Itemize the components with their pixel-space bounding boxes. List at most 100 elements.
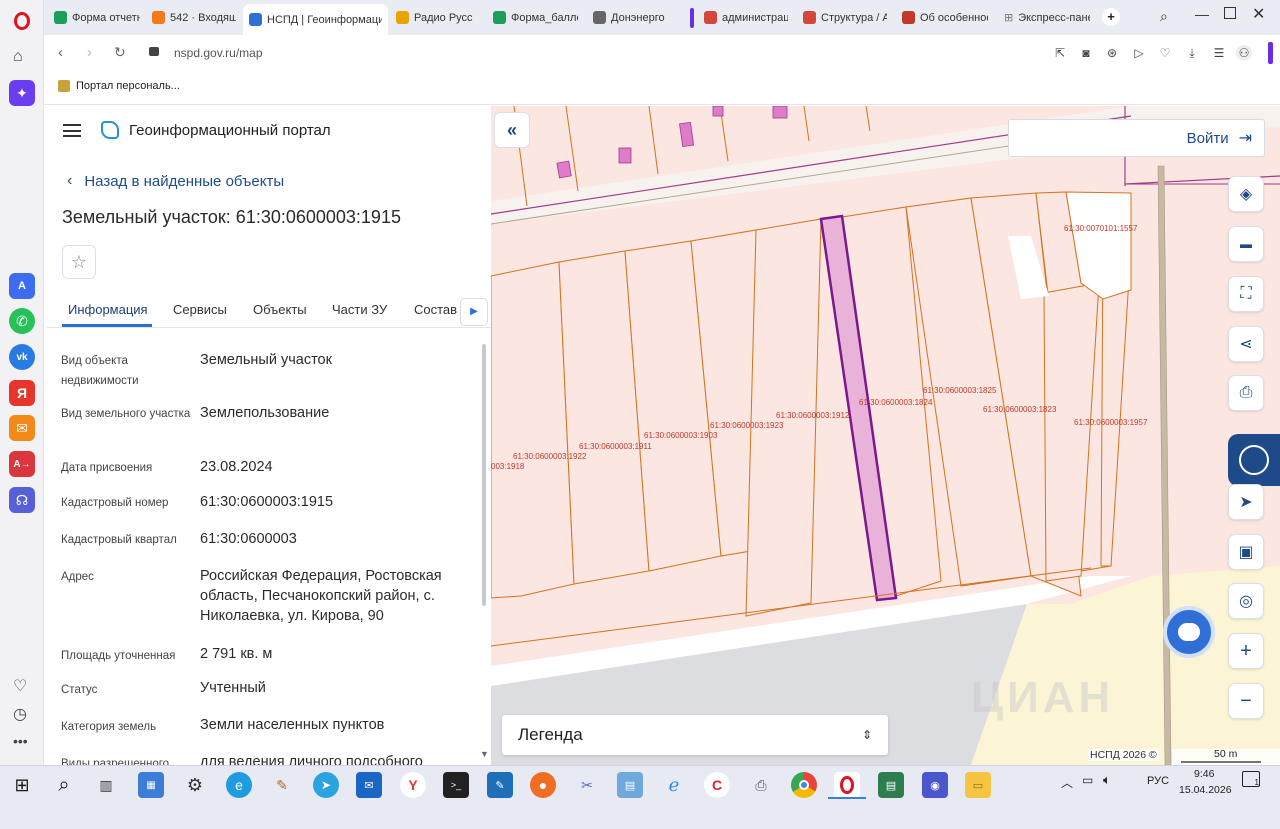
- tab-parts[interactable]: Части ЗУ: [332, 302, 387, 317]
- map-canvas[interactable]: 003:1918 61:30:0600003:1922 61:30:060000…: [491, 106, 1280, 765]
- emblem-icon: [803, 11, 816, 24]
- player-icon[interactable]: ▷: [1131, 45, 1147, 61]
- notifications-icon[interactable]: 1: [1242, 771, 1260, 787]
- terminal-icon[interactable]: >_: [443, 772, 469, 798]
- volume-icon[interactable]: 🔈︎: [1103, 772, 1111, 788]
- share-button[interactable]: ⋖: [1228, 326, 1264, 362]
- back-icon[interactable]: ‹: [58, 44, 63, 61]
- field-value: Землепользование: [200, 405, 330, 421]
- menu-icon[interactable]: [63, 124, 81, 137]
- legend-panel[interactable]: Легенда ⇕: [502, 715, 888, 755]
- tabs-scroll-right-button[interactable]: ▶: [460, 298, 488, 326]
- heart-icon[interactable]: ♡: [13, 676, 27, 696]
- ccleaner-icon[interactable]: C: [704, 772, 730, 798]
- opera-icon[interactable]: [834, 772, 860, 798]
- aria-icon[interactable]: A: [9, 273, 35, 299]
- tab-10[interactable]: ⊞ Экспресс-пане: [998, 4, 1096, 31]
- ruler-button[interactable]: ▬: [1228, 226, 1264, 262]
- explorer-window-icon[interactable]: ▤: [878, 772, 904, 798]
- basemap-button[interactable]: [1228, 434, 1280, 486]
- minimap-button[interactable]: ▣: [1228, 534, 1264, 570]
- tab-composition[interactable]: Состав: [414, 302, 457, 317]
- home-icon[interactable]: ⌂: [13, 48, 23, 66]
- settings-icon[interactable]: ⚙: [182, 772, 208, 798]
- task-view-icon[interactable]: ▥: [93, 772, 119, 798]
- discord-icon[interactable]: ◉: [922, 772, 948, 798]
- easy-setup-icon[interactable]: ☰: [1211, 45, 1227, 61]
- yandex-icon[interactable]: Я: [9, 380, 35, 406]
- opera-logo-icon[interactable]: [14, 12, 30, 30]
- translate-icon[interactable]: A→: [9, 451, 35, 477]
- login-button[interactable]: Войти ⇥: [1008, 119, 1265, 157]
- outlook-icon[interactable]: ✉: [356, 772, 382, 798]
- tab-objects[interactable]: Объекты: [253, 302, 307, 317]
- vpn-icon[interactable]: ⊛: [1104, 45, 1120, 61]
- tray-chevron-icon[interactable]: ︿: [1061, 774, 1073, 791]
- clock-date[interactable]: 15.04.2026: [1179, 784, 1232, 796]
- edge-icon[interactable]: e: [226, 772, 252, 798]
- history-icon[interactable]: ◷: [13, 704, 27, 724]
- tab-9[interactable]: Об особенноc: [896, 4, 994, 31]
- firefox-icon[interactable]: ●: [530, 772, 556, 798]
- mail-icon[interactable]: ✉: [9, 415, 35, 441]
- tab-information[interactable]: Информация: [68, 302, 148, 317]
- tab-7[interactable]: администраци: [698, 4, 794, 31]
- tab-4[interactable]: Радио Русс: [390, 4, 484, 31]
- tab-6[interactable]: Донэнерго: [587, 4, 685, 31]
- notes-icon[interactable]: ✎: [487, 772, 513, 798]
- chat-button[interactable]: [1163, 606, 1215, 658]
- select-area-button[interactable]: ⛶: [1228, 276, 1264, 312]
- archive-icon[interactable]: ▤: [617, 772, 643, 798]
- more-icon[interactable]: •••: [13, 733, 28, 749]
- tab-2[interactable]: 542 · Входящи: [146, 4, 242, 31]
- search-tabs-icon[interactable]: ⌕: [1160, 8, 1168, 25]
- network-icon[interactable]: ▭: [1082, 773, 1093, 787]
- tab-services[interactable]: Сервисы: [173, 302, 227, 317]
- speed-dial-icon[interactable]: ✦: [9, 80, 35, 106]
- scroll-down-icon[interactable]: ▼: [480, 749, 489, 759]
- paint-icon[interactable]: ✎: [269, 772, 295, 798]
- camera-icon[interactable]: ◙: [1078, 45, 1094, 61]
- collapse-panel-button[interactable]: «: [494, 112, 530, 148]
- layers-button[interactable]: ◈: [1228, 176, 1264, 212]
- restore-icon[interactable]: [1224, 7, 1236, 19]
- snipping-icon[interactable]: ✂: [574, 772, 600, 798]
- back-link[interactable]: ‹ Назад в найденные объекты: [67, 172, 284, 190]
- chrome-icon[interactable]: [791, 772, 817, 798]
- scanner-icon[interactable]: ⎙: [748, 772, 774, 798]
- zoom-in-button[interactable]: +: [1228, 633, 1264, 669]
- forward-icon[interactable]: ›: [87, 44, 92, 61]
- vk-icon[interactable]: vk: [9, 344, 35, 370]
- scrollbar-thumb[interactable]: [482, 344, 486, 606]
- bookmark-item[interactable]: Портал персональ...: [58, 80, 180, 92]
- minimize-icon[interactable]: —: [1195, 6, 1209, 22]
- headphones-icon[interactable]: ☊: [9, 487, 35, 513]
- windows-start-icon[interactable]: ⊞: [9, 772, 35, 798]
- zoom-out-button[interactable]: −: [1228, 683, 1264, 719]
- clock-time[interactable]: 9:46: [1194, 768, 1214, 780]
- telegram-icon[interactable]: ➤: [313, 772, 339, 798]
- tab-5[interactable]: Форма_балло: [487, 4, 584, 31]
- print-button[interactable]: ⎙: [1228, 375, 1264, 411]
- search-icon[interactable]: ⌕: [51, 772, 77, 798]
- download-icon[interactable]: ⤓: [1184, 45, 1200, 61]
- language-indicator[interactable]: РУС: [1147, 775, 1169, 787]
- close-icon[interactable]: ✕: [1252, 4, 1265, 24]
- tab-3[interactable]: НСПД | Геоинформацис: [243, 4, 388, 35]
- url-field[interactable]: nspd.gov.ru/map: [174, 46, 263, 60]
- tab-8[interactable]: Структура / Ад: [797, 4, 893, 31]
- reload-icon[interactable]: ↻: [114, 44, 126, 61]
- yandex-browser-icon[interactable]: Y: [400, 772, 426, 798]
- profile-icon[interactable]: ⚇: [1236, 45, 1252, 61]
- geolocation-button[interactable]: ➤: [1228, 484, 1264, 520]
- app-icon[interactable]: ▦: [138, 772, 164, 798]
- search-location-button[interactable]: ◎: [1228, 583, 1264, 619]
- share-icon[interactable]: ⇱: [1052, 45, 1068, 61]
- whatsapp-icon[interactable]: ✆: [9, 308, 35, 334]
- folder-icon[interactable]: ▭: [965, 772, 991, 798]
- ie-icon[interactable]: ℯ: [661, 772, 687, 798]
- heart-icon[interactable]: ♡: [1157, 45, 1173, 61]
- tab-1[interactable]: Форма отчетн: [48, 4, 146, 31]
- favorite-button[interactable]: ☆: [62, 245, 96, 279]
- new-tab-button[interactable]: +: [1102, 8, 1120, 26]
